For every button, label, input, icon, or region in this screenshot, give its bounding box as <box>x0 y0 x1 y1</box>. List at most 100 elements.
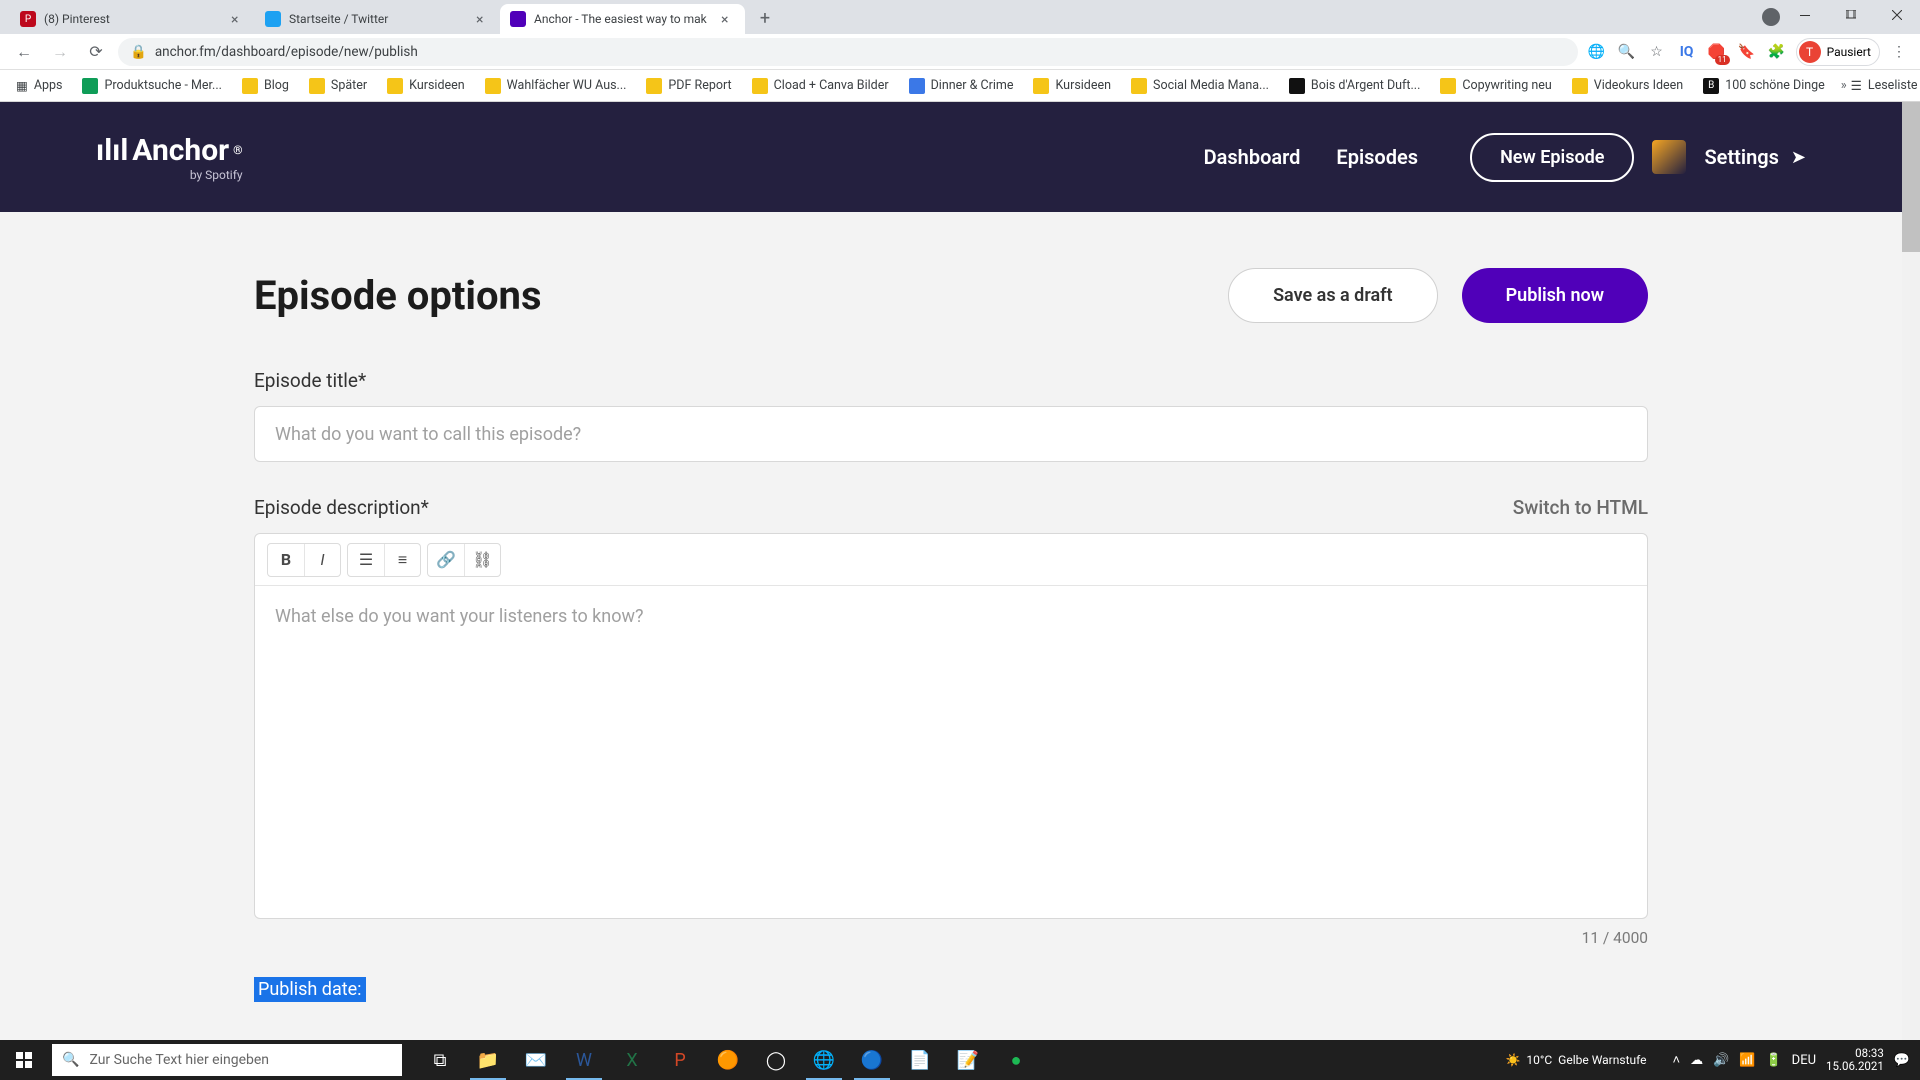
soundwave-icon: ılıl <box>96 133 128 168</box>
bookmark-item[interactable]: Copywriting neu <box>1432 74 1559 98</box>
reading-list-icon: ☰ <box>1851 78 1862 94</box>
bold-button[interactable]: B <box>268 544 304 576</box>
bookmark-item[interactable]: B100 schöne Dinge <box>1695 74 1833 98</box>
task-view-icon[interactable]: ⧉ <box>416 1040 464 1080</box>
bullet-list-button[interactable]: ☰ <box>348 544 384 576</box>
app-icon[interactable]: 📄 <box>896 1040 944 1080</box>
close-icon[interactable]: × <box>476 12 490 26</box>
site-icon: B <box>1703 78 1719 94</box>
browser-tab[interactable]: Startseite / Twitter × <box>255 4 500 34</box>
word-icon[interactable]: W <box>560 1040 608 1080</box>
settings-link[interactable]: Settings <box>1704 145 1778 169</box>
back-button[interactable]: ← <box>10 38 38 66</box>
page-title: Episode options <box>254 272 542 319</box>
bookmark-item[interactable]: Produktsuche - Mer... <box>74 74 229 98</box>
zoom-icon[interactable]: 🔍 <box>1616 41 1638 63</box>
extension-icon[interactable]: 🔖 <box>1736 41 1758 63</box>
episode-description-label: Episode description* <box>254 496 429 519</box>
reload-button[interactable]: ⟳ <box>82 38 110 66</box>
apps-button[interactable]: ▦Apps <box>8 74 70 98</box>
numbered-list-button[interactable]: ≡ <box>384 544 420 576</box>
language-indicator[interactable]: DEU <box>1792 1053 1816 1068</box>
anchor-logo[interactable]: ılılAnchor® by Spotify <box>96 133 243 182</box>
italic-button[interactable]: I <box>304 544 340 576</box>
file-explorer-icon[interactable]: 📁 <box>464 1040 512 1080</box>
minimize-button[interactable] <box>1782 0 1828 30</box>
description-textarea[interactable]: What else do you want your listeners to … <box>255 586 1647 918</box>
browser-tab-active[interactable]: Anchor - The easiest way to mak × <box>500 4 745 34</box>
editor-toolbar: B I ☰ ≡ 🔗 ⛓ <box>255 534 1647 586</box>
taskbar-clock[interactable]: 08:33 15.06.2021 <box>1826 1047 1884 1073</box>
bookmark-item[interactable]: Wahlfächer WU Aus... <box>477 74 635 98</box>
save-draft-button[interactable]: Save as a draft <box>1228 268 1438 323</box>
edge-icon[interactable]: 🔵 <box>848 1040 896 1080</box>
translate-icon[interactable]: 🌐 <box>1586 41 1608 63</box>
star-icon[interactable]: ☆ <box>1646 41 1668 63</box>
profile-chip[interactable]: T Pausiert <box>1796 38 1880 66</box>
bookmark-item[interactable]: Kursideen <box>379 74 473 98</box>
nav-episodes[interactable]: Episodes <box>1336 145 1418 169</box>
user-avatar[interactable] <box>1652 140 1686 174</box>
new-episode-button[interactable]: New Episode <box>1470 133 1634 182</box>
reading-list-button[interactable]: ☰ Leseliste <box>1851 78 1918 94</box>
windows-taskbar: 🔍 Zur Suche Text hier eingeben ⧉ 📁 ✉️ W … <box>0 1040 1920 1080</box>
notifications-icon[interactable]: 💬 <box>1894 1053 1910 1068</box>
maximize-button[interactable] <box>1828 0 1874 30</box>
bookmark-item[interactable]: Dinner & Crime <box>901 74 1022 98</box>
start-button[interactable] <box>0 1040 48 1080</box>
close-window-button[interactable] <box>1874 0 1920 30</box>
publish-now-button[interactable]: Publish now <box>1462 268 1648 323</box>
bookmark-item[interactable]: Videokurs Ideen <box>1564 74 1691 98</box>
extension-icon[interactable]: IQ <box>1676 41 1698 63</box>
description-editor: B I ☰ ≡ 🔗 ⛓ What else do you want your l… <box>254 533 1648 919</box>
app-icon[interactable]: 🟠 <box>704 1040 752 1080</box>
kebab-menu-icon[interactable]: ⋮ <box>1888 41 1910 63</box>
chevron-up-icon[interactable]: ˄ <box>1673 1052 1681 1068</box>
bookmark-item[interactable]: Social Media Mana... <box>1123 74 1277 98</box>
close-icon[interactable]: × <box>231 12 245 26</box>
volume-icon[interactable]: 🔊 <box>1713 1053 1729 1068</box>
url-text: anchor.fm/dashboard/episode/new/publish <box>155 44 418 60</box>
obs-icon[interactable]: ◯ <box>752 1040 800 1080</box>
scrollbar-thumb[interactable] <box>1902 102 1920 252</box>
folder-icon <box>485 78 501 94</box>
wifi-icon[interactable]: 📶 <box>1739 1053 1755 1068</box>
new-tab-button[interactable]: + <box>751 4 779 32</box>
episode-title-input[interactable] <box>254 406 1648 462</box>
powerpoint-icon[interactable]: P <box>656 1040 704 1080</box>
forward-button[interactable]: → <box>46 38 74 66</box>
address-bar-row: ← → ⟳ 🔒 anchor.fm/dashboard/episode/new/… <box>0 34 1920 70</box>
bookmarks-overflow[interactable]: » <box>1841 78 1847 93</box>
bookmark-item[interactable]: Später <box>301 74 375 98</box>
extensions-menu-icon[interactable]: 🧩 <box>1766 41 1788 63</box>
spotify-icon[interactable]: ● <box>992 1040 1040 1080</box>
bookmark-item[interactable]: Kursideen <box>1025 74 1119 98</box>
link-button[interactable]: 🔗 <box>428 544 464 576</box>
tab-title: Startseite / Twitter <box>289 12 468 26</box>
onedrive-icon[interactable]: ☁ <box>1690 1053 1703 1068</box>
battery-icon[interactable]: 🔋 <box>1765 1053 1781 1068</box>
bookmark-item[interactable]: Cload + Canva Bilder <box>744 74 897 98</box>
bookmark-item[interactable]: Blog <box>234 74 297 98</box>
weather-widget[interactable]: ☀️ 10°C Gelbe Warnstufe <box>1505 1053 1646 1067</box>
scrollbar[interactable] <box>1902 102 1920 1040</box>
bookmark-item[interactable]: PDF Report <box>638 74 739 98</box>
excel-icon[interactable]: X <box>608 1040 656 1080</box>
switch-to-html-link[interactable]: Switch to HTML <box>1513 496 1648 519</box>
folder-icon <box>1033 78 1049 94</box>
address-bar[interactable]: 🔒 anchor.fm/dashboard/episode/new/publis… <box>118 38 1578 66</box>
unlink-button[interactable]: ⛓ <box>464 544 500 576</box>
chrome-icon[interactable]: 🌐 <box>800 1040 848 1080</box>
anchor-icon <box>510 11 526 27</box>
chrome-user-icon[interactable] <box>1762 8 1780 26</box>
avatar: T <box>1799 41 1821 63</box>
taskbar-search[interactable]: 🔍 Zur Suche Text hier eingeben <box>52 1044 402 1076</box>
adblock-icon[interactable]: 🛑11 <box>1706 41 1728 63</box>
nav-dashboard[interactable]: Dashboard <box>1204 145 1301 169</box>
close-icon[interactable]: × <box>721 12 735 26</box>
episode-title-label: Episode title* <box>254 369 1648 392</box>
bookmark-item[interactable]: Bois d'Argent Duft... <box>1281 74 1428 98</box>
notepad-icon[interactable]: 📝 <box>944 1040 992 1080</box>
browser-tab[interactable]: P (8) Pinterest × <box>10 4 255 34</box>
mail-icon[interactable]: ✉️ <box>512 1040 560 1080</box>
